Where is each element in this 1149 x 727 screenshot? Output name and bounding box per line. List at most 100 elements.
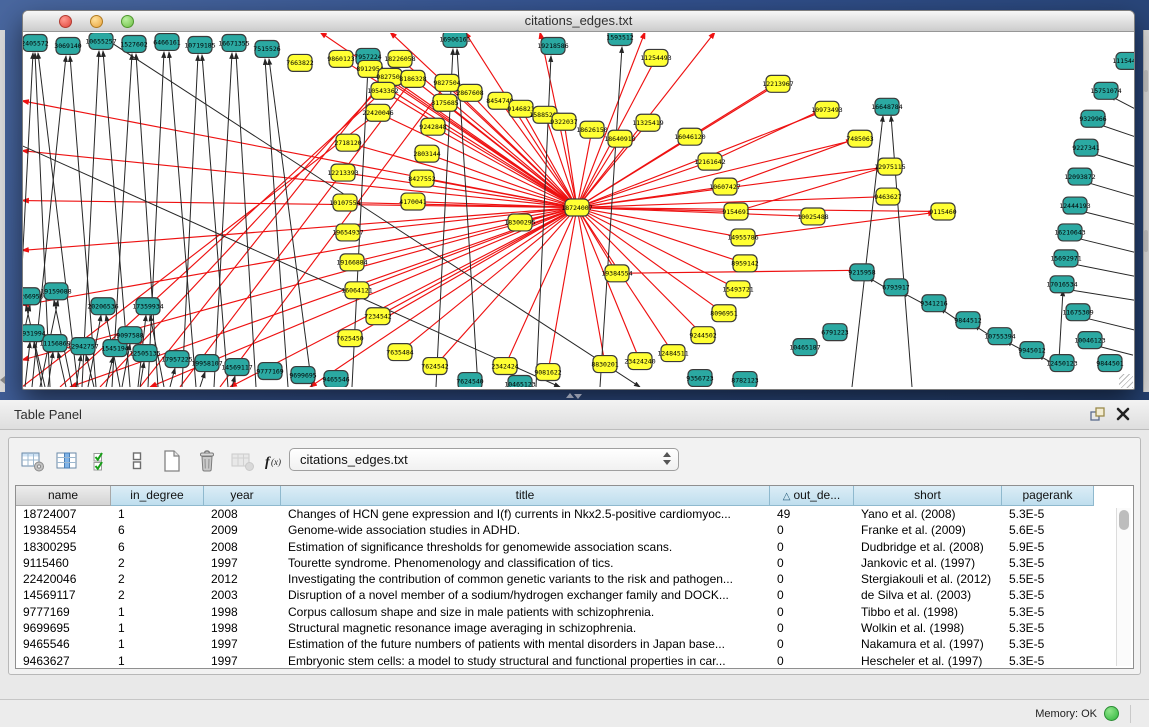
table-cell[interactable]: 22420046	[16, 571, 111, 587]
table-row[interactable]: 2242004622012Investigating the contribut…	[16, 571, 1133, 587]
graph-node[interactable]: 9329966	[1079, 110, 1106, 127]
graph-node[interactable]: 12093872	[1064, 168, 1095, 185]
table-settings-icon[interactable]	[19, 449, 45, 473]
table-cell[interactable]: Estimation of the future numbers of pati…	[281, 636, 770, 652]
graph-node[interactable]: 10543362	[367, 82, 398, 99]
graph-node[interactable]: 9154691	[722, 203, 749, 220]
graph-node[interactable]: 18300295	[504, 214, 535, 231]
graph-node[interactable]: 12161642	[694, 153, 725, 170]
graph-node[interactable]: 17957225	[161, 351, 192, 368]
graph-node[interactable]: 11675309	[1062, 304, 1093, 321]
graph-node[interactable]: 10465187	[789, 339, 820, 356]
table-cell[interactable]: 49	[770, 506, 854, 522]
graph-node[interactable]: 14955786	[727, 229, 758, 246]
graph-node[interactable]: 15692971	[1050, 250, 1081, 267]
graph-node[interactable]: 7485063	[846, 130, 873, 147]
graph-node[interactable]: 2342424	[491, 358, 518, 375]
graph-node[interactable]: 11154408	[1112, 52, 1134, 69]
table-cell[interactable]: Tourette syndrome. Phenomenology and cla…	[281, 555, 770, 571]
column-header-year[interactable]: year	[204, 486, 281, 506]
graph-node[interactable]: 12450123	[1046, 355, 1077, 372]
graph-node[interactable]: 8096951	[710, 305, 737, 322]
graph-node[interactable]: 20206536	[87, 298, 118, 315]
table-cell[interactable]: Corpus callosum shape and size in male p…	[281, 604, 770, 620]
graph-node[interactable]: 19958107	[191, 355, 222, 372]
table-row[interactable]: 946362711997Embryonic stem cells: a mode…	[16, 653, 1133, 669]
scrollbar-thumb[interactable]	[1119, 510, 1129, 530]
graph-node[interactable]: 17016534	[1046, 276, 1077, 293]
graph-node[interactable]: 17359934	[132, 298, 163, 315]
table-cell[interactable]: 1	[111, 506, 204, 522]
column-header-pagerank[interactable]: pagerank	[1002, 486, 1094, 506]
table-cell[interactable]: 5.5E-5	[1002, 571, 1094, 587]
graph-node[interactable]: 12942757	[67, 338, 98, 355]
graph-node[interactable]: 9081622	[534, 364, 561, 381]
column-header-name[interactable]: name	[16, 486, 111, 506]
table-scrollbar[interactable]	[1116, 508, 1131, 666]
panel-split-handle[interactable]	[566, 393, 582, 399]
graph-node[interactable]: 18226058	[384, 50, 415, 67]
graph-node[interactable]: 10107554	[329, 194, 360, 211]
table-cell[interactable]: 18300295	[16, 539, 111, 555]
table-cell[interactable]: 2008	[204, 539, 281, 555]
table-cell[interactable]: 2009	[204, 522, 281, 538]
graph-node[interactable]: 12975115	[874, 158, 905, 175]
graph-node[interactable]: 8186328	[399, 70, 426, 87]
table-cell[interactable]: 1997	[204, 636, 281, 652]
table-row[interactable]: 911546021997Tourette syndrome. Phenomeno…	[16, 555, 1133, 571]
table-row[interactable]: 1872400712008Changes of HCN gene express…	[16, 506, 1133, 522]
table-cell[interactable]: 2012	[204, 571, 281, 587]
graph-node[interactable]: 7624542	[421, 358, 448, 375]
table-cell[interactable]: 0	[770, 571, 854, 587]
table-cell[interactable]: 2	[111, 571, 204, 587]
graph-node[interactable]: 6793917	[882, 279, 909, 296]
graph-node[interactable]: 16064121	[341, 282, 372, 299]
graph-node[interactable]: 8830201	[591, 356, 618, 373]
table-cell[interactable]: 1997	[204, 653, 281, 669]
graph-node[interactable]: 9699695	[289, 367, 316, 384]
minimize-window-icon[interactable]	[90, 15, 103, 28]
table-cell[interactable]: de Silva et al. (2003)	[854, 587, 1002, 603]
graph-node[interactable]: 7625450	[336, 330, 363, 347]
graph-node[interactable]: 8959142	[731, 255, 758, 272]
graph-node[interactable]: 9777169	[256, 363, 283, 380]
graph-node[interactable]: 9945012	[1018, 342, 1045, 359]
table-cell[interactable]: 1	[111, 636, 204, 652]
table-cell[interactable]: 2003	[204, 587, 281, 603]
table-cell[interactable]: 0	[770, 604, 854, 620]
graph-node[interactable]: 10755394	[984, 328, 1015, 345]
table-cell[interactable]: Wolkin et al. (1998)	[854, 620, 1002, 636]
table-row[interactable]: 1456911722003Disruption of a novel membe…	[16, 587, 1133, 603]
table-cell[interactable]: 0	[770, 587, 854, 603]
graph-node[interactable]: 8427552	[408, 170, 435, 187]
delete-table-icon[interactable]	[194, 449, 220, 473]
graph-node[interactable]: 7234542	[364, 308, 391, 325]
table-row[interactable]: 1830029562008Estimation of significance …	[16, 539, 1133, 555]
column-header-in_degree[interactable]: in_degree	[111, 486, 204, 506]
graph-node[interactable]: 6466161	[153, 33, 180, 50]
table-cell[interactable]: 2	[111, 587, 204, 603]
graph-node[interactable]: 8782123	[731, 372, 758, 387]
graph-node[interactable]: 10719185	[184, 36, 215, 53]
graph-node[interactable]: 12213967	[762, 75, 793, 92]
graph-node[interactable]: 14569117	[221, 359, 252, 376]
graph-node[interactable]: 9844501	[1096, 355, 1123, 372]
graph-node[interactable]: 12444193	[1059, 197, 1090, 214]
table-cell[interactable]: Changes of HCN gene expression and I(f) …	[281, 506, 770, 522]
table-cell[interactable]: 1998	[204, 604, 281, 620]
table-cell[interactable]: 9465546	[16, 636, 111, 652]
graph-node[interactable]: 3175685	[431, 94, 458, 111]
graph-node[interactable]: 2405572	[23, 34, 49, 51]
table-cell[interactable]: 5.3E-5	[1002, 620, 1094, 636]
graph-node[interactable]: 16046120	[674, 128, 705, 145]
table-cell[interactable]: 0	[770, 636, 854, 652]
network-canvas[interactable]: 2405572306914010655257152760264661611071…	[23, 33, 1134, 387]
graph-node[interactable]: 1527602	[120, 35, 147, 52]
function-builder-icon[interactable]: f(x)	[264, 449, 290, 473]
graph-node[interactable]: 9860123	[327, 50, 354, 67]
select-column-icon[interactable]	[54, 449, 80, 473]
table-cell[interactable]: 19384554	[16, 522, 111, 538]
table-cell[interactable]: 9699695	[16, 620, 111, 636]
graph-node[interactable]: 22420046	[362, 104, 393, 121]
table-cell[interactable]: Tibbo et al. (1998)	[854, 604, 1002, 620]
